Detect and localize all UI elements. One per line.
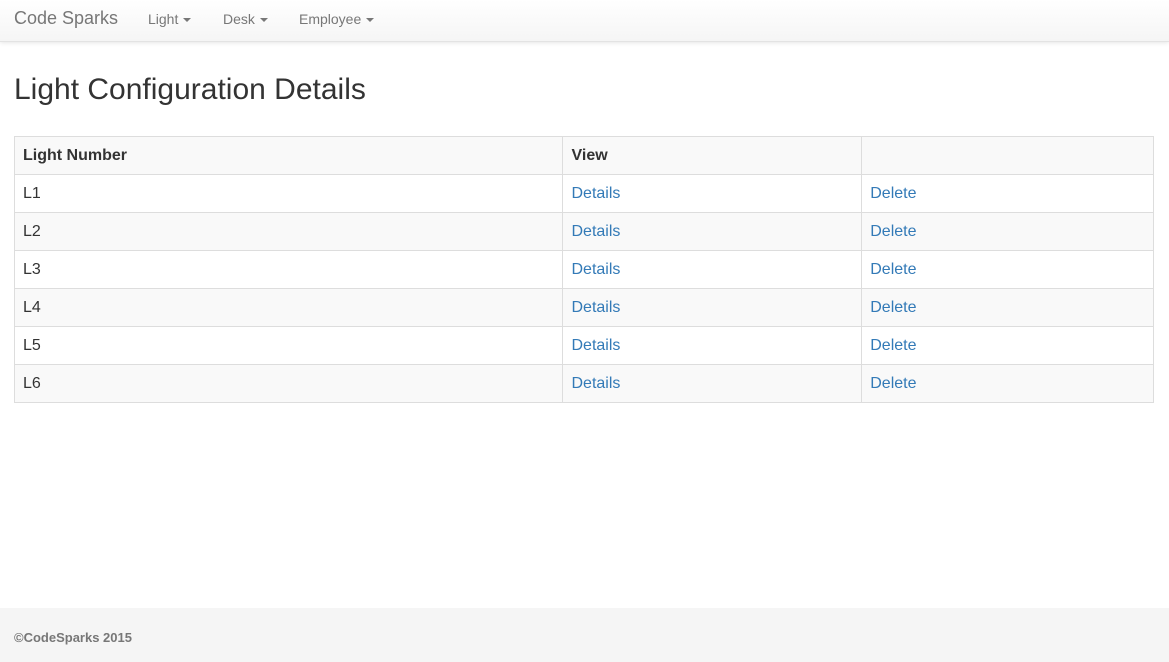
top-navbar: Code Sparks Light Desk Employee (0, 0, 1169, 42)
action-cell: Delete (861, 288, 1154, 327)
nav-menu-desk-label: Desk (223, 11, 255, 27)
view-cell: Details (562, 364, 863, 403)
caret-down-icon (259, 18, 268, 23)
brand-link[interactable]: Code Sparks (14, 8, 118, 28)
light-number-cell: L1 (13, 174, 564, 213)
delete-link[interactable]: Delete (870, 299, 916, 316)
delete-link[interactable]: Delete (870, 337, 916, 354)
caret-down-icon (183, 18, 192, 23)
column-header-view: View (562, 136, 863, 175)
nav-menu-employee-label: Employee (299, 11, 362, 27)
view-cell: Details (562, 174, 863, 213)
details-link[interactable]: Details (571, 185, 620, 202)
light-number-cell: L4 (13, 288, 564, 327)
caret-down-icon (366, 18, 375, 23)
table-row: L5 Details Delete (13, 326, 1154, 365)
light-number-cell: L2 (13, 212, 564, 251)
view-cell: Details (562, 250, 863, 289)
nav-menu-employee[interactable]: Employee (299, 11, 375, 27)
action-cell: Delete (861, 326, 1154, 365)
table-row: L6 Details Delete (13, 364, 1154, 403)
view-cell: Details (562, 288, 863, 327)
table-row: L1 Details Delete (13, 174, 1154, 213)
column-header-light-number: Light Number (13, 136, 564, 175)
page-title: Light Configuration Details (14, 73, 366, 106)
column-header-actions (861, 136, 1154, 175)
action-cell: Delete (861, 174, 1154, 213)
table-row: L4 Details Delete (13, 288, 1154, 327)
view-cell: Details (562, 326, 863, 365)
details-link[interactable]: Details (571, 337, 620, 354)
light-number-cell: L5 (13, 326, 564, 365)
details-link[interactable]: Details (571, 375, 620, 392)
delete-link[interactable]: Delete (870, 375, 916, 392)
delete-link[interactable]: Delete (870, 261, 916, 278)
delete-link[interactable]: Delete (870, 223, 916, 240)
table-row: L2 Details Delete (13, 212, 1154, 251)
details-link[interactable]: Details (571, 299, 620, 316)
page-footer: ©CodeSparks 2015 (0, 608, 1169, 662)
nav-menu-desk[interactable]: Desk (223, 11, 268, 27)
action-cell: Delete (861, 250, 1154, 289)
details-link[interactable]: Details (571, 261, 620, 278)
table-header-row: Light Number View (13, 136, 1154, 175)
copyright-text: ©CodeSparks 2015 (14, 630, 132, 645)
table-row: L3 Details Delete (13, 250, 1154, 289)
view-cell: Details (562, 212, 863, 251)
light-number-cell: L3 (13, 250, 564, 289)
nav-menu-light-label: Light (148, 11, 179, 27)
light-number-cell: L6 (13, 364, 564, 403)
nav-menu-light[interactable]: Light (148, 11, 192, 27)
action-cell: Delete (861, 212, 1154, 251)
light-config-table: Light Number View L1 Details Delete L2 D… (13, 136, 1154, 403)
details-link[interactable]: Details (571, 223, 620, 240)
action-cell: Delete (861, 364, 1154, 403)
delete-link[interactable]: Delete (870, 185, 916, 202)
